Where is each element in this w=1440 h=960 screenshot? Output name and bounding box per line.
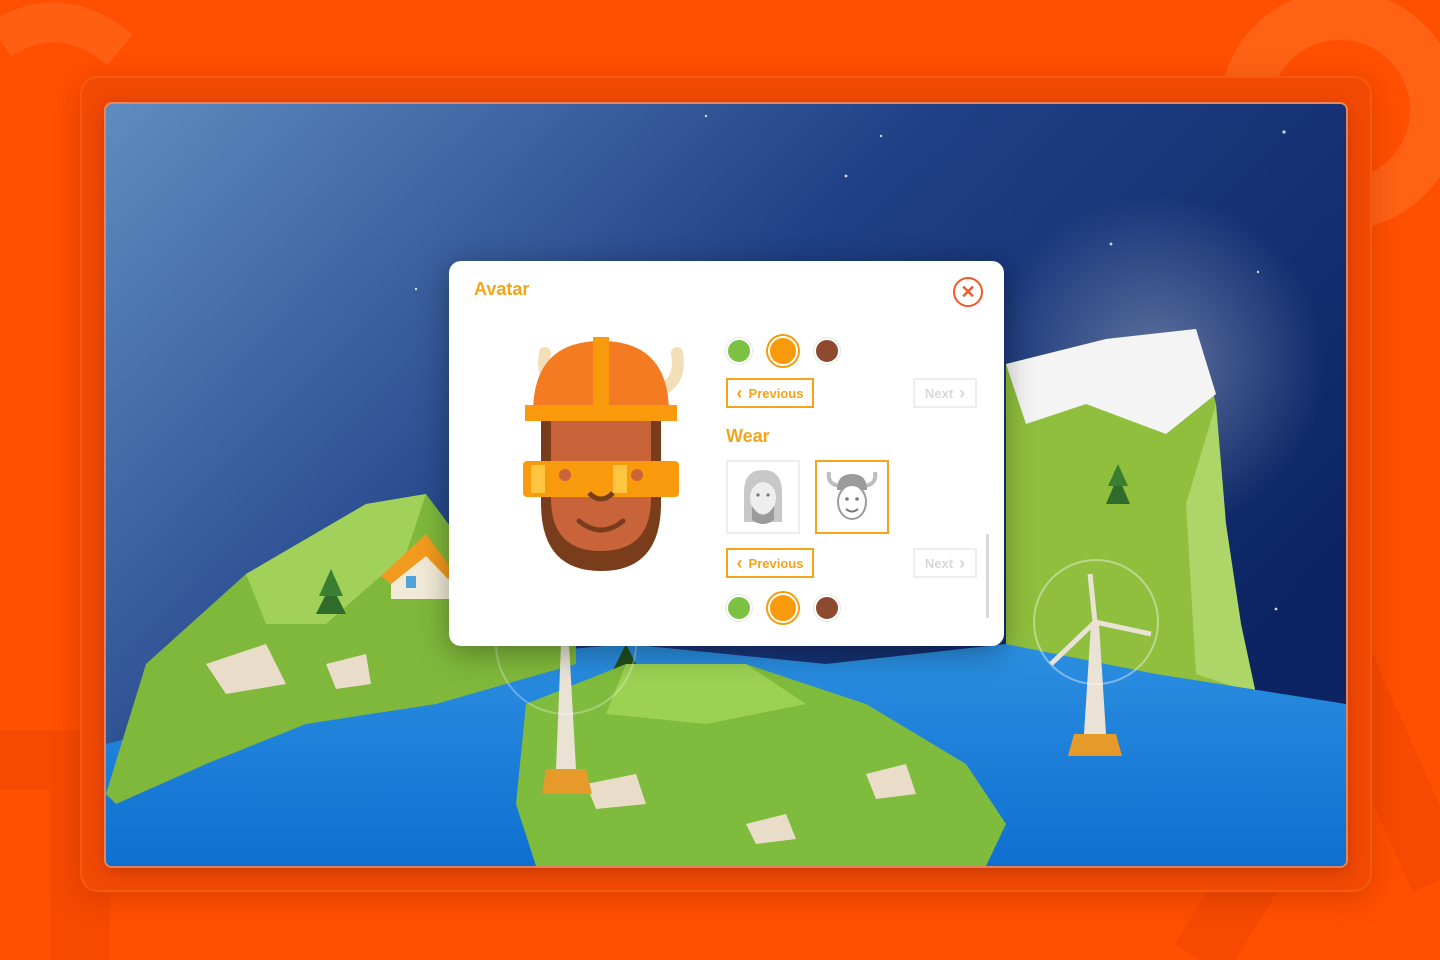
close-icon[interactable]: ✕	[953, 277, 983, 307]
previous-label: Previous	[748, 385, 804, 401]
color-options-bottom	[726, 593, 840, 623]
wear-section-title: Wear	[726, 426, 770, 446]
color-options-top	[726, 336, 840, 366]
color-swatch[interactable]	[726, 338, 752, 364]
wear-option-viking-helmet[interactable]	[815, 460, 889, 534]
color-swatch[interactable]	[768, 336, 798, 366]
next-button-bottom[interactable]: Next ›	[913, 548, 977, 578]
next-label: Next	[924, 555, 954, 571]
previous-button-bottom[interactable]: ‹ Previous	[726, 548, 814, 578]
avatar-preview	[523, 337, 684, 571]
next-button-top[interactable]: Next ›	[913, 378, 977, 408]
chevron-left-icon: ‹	[736, 553, 743, 573]
previous-label: Previous	[748, 555, 804, 571]
chevron-right-icon: ›	[959, 383, 966, 403]
chevron-left-icon: ‹	[736, 383, 743, 403]
color-swatch[interactable]	[768, 593, 798, 623]
wear-option-long-hair[interactable]	[726, 460, 800, 534]
viking-helmet-avatar-icon	[826, 471, 878, 520]
next-label: Next	[924, 385, 954, 401]
long-hair-avatar-icon	[744, 470, 782, 524]
color-swatch[interactable]	[814, 338, 840, 364]
dialog-scrollbar[interactable]	[986, 534, 989, 618]
avatar-dialog: Avatar ✕ ‹ Previous Next › Wear ‹ Previo…	[449, 261, 1004, 646]
color-swatch[interactable]	[726, 595, 752, 621]
chevron-right-icon: ›	[959, 553, 966, 573]
dialog-title: Avatar	[474, 279, 530, 299]
previous-button-top[interactable]: ‹ Previous	[726, 378, 814, 408]
color-swatch[interactable]	[814, 595, 840, 621]
